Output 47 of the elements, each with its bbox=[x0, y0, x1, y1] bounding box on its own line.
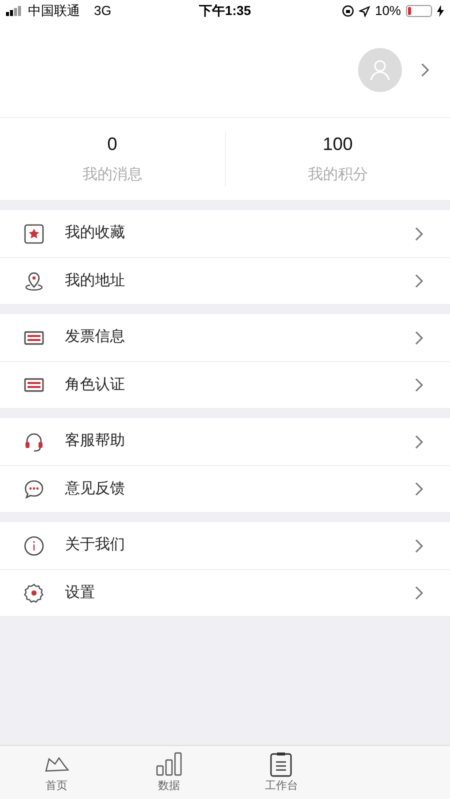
rotation-lock-icon bbox=[342, 5, 354, 17]
menu-item[interactable]: 角色认证 bbox=[0, 361, 450, 408]
clock-time: 下午1:35 bbox=[198, 2, 252, 20]
menu-item[interactable]: 意见反馈 bbox=[0, 465, 450, 512]
headset-icon bbox=[23, 430, 45, 452]
menu-label: 我的收藏 bbox=[65, 223, 126, 244]
menu-label: 客服帮助 bbox=[65, 431, 126, 452]
chevron-icon bbox=[414, 434, 424, 450]
carrier-name: 中国联通 bbox=[28, 2, 80, 20]
menu-item[interactable]: 我的收藏 bbox=[0, 210, 450, 257]
menu-label: 关于我们 bbox=[65, 535, 126, 556]
menu-item[interactable]: 关于我们 bbox=[0, 522, 450, 569]
chevron-icon bbox=[414, 330, 424, 346]
menu-label: 角色认证 bbox=[65, 374, 126, 395]
menu-item[interactable]: 设置 bbox=[0, 569, 450, 616]
chevron-icon bbox=[414, 273, 424, 289]
location-pin-icon bbox=[23, 270, 45, 292]
menu-label: 设置 bbox=[65, 582, 96, 603]
chevron-icon bbox=[414, 538, 424, 554]
signal-icon bbox=[6, 6, 24, 16]
tab-bar-item[interactable]: 首页 bbox=[0, 746, 112, 799]
battery-icon bbox=[406, 5, 432, 17]
stat-value: 100 bbox=[322, 133, 353, 156]
location-arrow-icon bbox=[358, 6, 370, 16]
avatar-placeholder[interactable] bbox=[358, 48, 402, 92]
info-icon bbox=[23, 534, 45, 556]
menu-label: 我的地址 bbox=[65, 270, 126, 291]
menu-item[interactable]: 发票信息 bbox=[0, 314, 450, 361]
chevron-icon bbox=[414, 481, 424, 497]
chevron-icon bbox=[414, 226, 424, 242]
tab-bar-item[interactable]: 数据 bbox=[112, 746, 225, 799]
bar-chart-icon bbox=[154, 750, 184, 777]
menu-item[interactable]: 我的地址 bbox=[0, 257, 450, 304]
menu-item[interactable]: 客服帮助 bbox=[0, 418, 450, 465]
user-icon bbox=[369, 58, 391, 80]
chat-bubble-icon bbox=[23, 478, 45, 500]
settings-icon bbox=[23, 582, 45, 604]
battery-percent: 10% bbox=[374, 2, 401, 20]
charging-bolt-icon bbox=[437, 5, 444, 17]
tab-bar-item[interactable]: 工作台 bbox=[225, 746, 338, 799]
stat-value: 0 bbox=[107, 133, 118, 156]
menu-label: 意见反馈 bbox=[65, 478, 126, 499]
menu-label: 发票信息 bbox=[65, 327, 126, 348]
chevron-icon bbox=[420, 62, 430, 78]
chevron-icon bbox=[414, 377, 424, 393]
chevron-icon bbox=[414, 585, 424, 601]
network-type: 3G bbox=[94, 2, 112, 20]
